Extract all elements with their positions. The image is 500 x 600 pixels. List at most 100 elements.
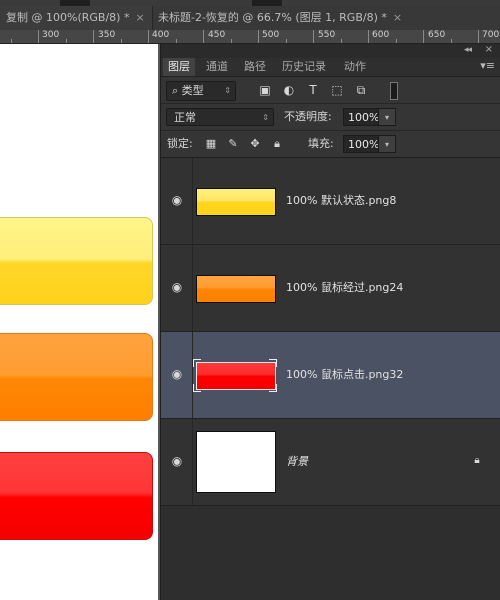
ruler-label: 550 — [318, 30, 336, 40]
ruler-label: 350 — [98, 30, 116, 40]
layers-panel: ◂◂ × 图层 通道 路径 历史记录 动作 ▾≡ ⌕ 类型 ⇕ ▣ ◐ T ⬚ … — [160, 44, 500, 600]
visibility-column: ◉ — [161, 332, 193, 418]
ruler-label: 600 — [372, 30, 390, 40]
panel-tab-bar: 图层 通道 路径 历史记录 动作 ▾≡ — [161, 58, 500, 77]
ruler-tick — [258, 30, 259, 43]
collapse-icon[interactable]: ◂◂ — [464, 45, 472, 55]
ruler-tick — [396, 39, 397, 43]
ruler-tick — [451, 39, 452, 43]
ruler-label: 300 — [42, 30, 60, 40]
layer-thumbnail — [196, 362, 276, 390]
blend-opacity-row: 正常 ⇕ 不透明度: 100% ▾ — [161, 104, 500, 131]
layer-row[interactable]: ◉ 100% 默认状态.png8 — [161, 158, 500, 245]
lock-label: 锁定: — [167, 137, 193, 150]
ruler-label: 450 — [208, 30, 226, 40]
filter-type-select[interactable]: ⌕ 类型 ⇕ — [166, 81, 236, 101]
selection-corner — [269, 384, 277, 392]
chevron-updown-icon: ⇕ — [224, 86, 231, 95]
document-tab-label: 复制 @ 100%(RGB/8) * — [6, 11, 130, 24]
blend-mode-select[interactable]: 正常 ⇕ — [166, 108, 274, 126]
layer-filter-row: ⌕ 类型 ⇕ ▣ ◐ T ⬚ ⧉ — [161, 77, 500, 104]
layer-thumbnail — [196, 188, 276, 216]
fill-dropdown-icon[interactable]: ▾ — [378, 135, 396, 153]
shape-layer-filter-icon[interactable]: ⬚ — [329, 82, 345, 98]
button-click-state-preview — [0, 452, 153, 540]
layers-list: ◉ 100% 默认状态.png8 ◉ 100% 鼠标经过.png24 ◉ 100… — [161, 158, 500, 600]
ruler-tick — [313, 30, 314, 43]
ruler-tick — [11, 39, 12, 43]
selection-corner — [193, 384, 201, 392]
eye-icon[interactable]: ◉ — [170, 280, 184, 294]
layer-name[interactable]: 背景 — [286, 419, 308, 505]
selection-corner — [269, 359, 277, 367]
chevron-updown-icon: ⇕ — [262, 113, 269, 122]
ruler-tick — [38, 30, 39, 43]
panel-header-strip: ◂◂ × — [161, 44, 500, 58]
lock-transparent-pixels-icon[interactable]: ▦ — [204, 137, 218, 151]
ruler-label: 400 — [152, 30, 170, 40]
document-tab-2[interactable]: 未标题-2-恢复的 @ 66.7% (图层 1, RGB/8) * × — [152, 6, 402, 30]
opacity-dropdown-icon[interactable]: ▾ — [378, 108, 396, 126]
fill-input[interactable]: 100% — [343, 135, 379, 153]
blend-mode-label: 正常 — [174, 111, 196, 124]
document-canvas[interactable] — [0, 44, 158, 600]
eye-icon[interactable]: ◉ — [170, 367, 184, 381]
visibility-column: ◉ — [161, 158, 193, 244]
ruler-tick — [93, 30, 94, 43]
smart-object-filter-icon[interactable]: ⧉ — [353, 82, 369, 98]
layer-name[interactable]: 100% 鼠标经过.png24 — [286, 245, 403, 331]
lock-image-pixels-icon[interactable]: ✎ — [226, 137, 240, 151]
ruler-tick — [231, 39, 232, 43]
selection-corner — [193, 359, 201, 367]
close-icon[interactable]: × — [485, 44, 493, 55]
ruler-tick — [148, 30, 149, 43]
lock-position-icon[interactable]: ✥ — [248, 137, 262, 151]
filter-type-label: 类型 — [181, 84, 204, 97]
tab-history[interactable]: 历史记录 — [277, 58, 331, 76]
search-icon: ⌕ — [172, 84, 179, 97]
panel-menu-icon[interactable]: ▾≡ — [480, 59, 495, 72]
close-icon[interactable]: × — [135, 11, 144, 24]
lock-all-icon[interactable]: 🔒︎ — [270, 137, 284, 151]
layer-thumbnail — [196, 431, 276, 493]
ruler-tick — [66, 39, 67, 43]
document-tab-1[interactable]: 复制 @ 100%(RGB/8) * × — [0, 6, 153, 30]
tab-channels[interactable]: 通道 — [201, 58, 233, 76]
tab-layers[interactable]: 图层 — [163, 58, 195, 76]
lock-icon: 🔒︎ — [474, 455, 480, 466]
ruler-tick — [341, 39, 342, 43]
ruler-tick — [478, 30, 479, 43]
layer-row-selected[interactable]: ◉ 100% 鼠标点击.png32 — [161, 332, 500, 419]
ruler-label: 700 — [482, 30, 500, 40]
button-default-state-preview — [0, 217, 153, 305]
eye-icon[interactable]: ◉ — [170, 454, 184, 468]
layer-name[interactable]: 100% 默认状态.png8 — [286, 158, 396, 244]
layer-row-background[interactable]: ◉ 背景 🔒︎ — [161, 419, 500, 506]
pixel-layer-filter-icon[interactable]: ▣ — [257, 82, 273, 98]
button-hover-state-preview — [0, 333, 153, 421]
opacity-label: 不透明度: — [284, 110, 332, 123]
ruler-tick — [176, 39, 177, 43]
tab-actions[interactable]: 动作 — [339, 58, 371, 76]
visibility-column: ◉ — [161, 245, 193, 331]
ruler-tick — [121, 39, 122, 43]
adjustment-layer-filter-icon[interactable]: ◐ — [281, 82, 297, 98]
opacity-input[interactable]: 100% — [343, 108, 379, 126]
filter-toggle[interactable] — [390, 82, 398, 100]
ruler-label: 500 — [262, 30, 280, 40]
ruler-tick — [286, 39, 287, 43]
close-icon[interactable]: × — [393, 11, 402, 24]
document-tab-label: 未标题-2-恢复的 @ 66.7% (图层 1, RGB/8) * — [158, 11, 387, 24]
lock-fill-row: 锁定: ▦ ✎ ✥ 🔒︎ 填充: 100% ▾ — [161, 131, 500, 158]
ruler-tick — [423, 30, 424, 43]
horizontal-ruler: 300 350 400 450 500 550 600 650 700 — [0, 30, 500, 44]
tab-paths[interactable]: 路径 — [239, 58, 271, 76]
type-layer-filter-icon[interactable]: T — [305, 82, 321, 98]
eye-icon[interactable]: ◉ — [170, 193, 184, 207]
layer-row[interactable]: ◉ 100% 鼠标经过.png24 — [161, 245, 500, 332]
document-tab-bar: 复制 @ 100%(RGB/8) * × 未标题-2-恢复的 @ 66.7% (图… — [0, 6, 500, 31]
ruler-label: 650 — [428, 30, 446, 40]
layer-name[interactable]: 100% 鼠标点击.png32 — [286, 332, 403, 418]
ruler-tick — [203, 30, 204, 43]
layer-thumbnail — [196, 275, 276, 303]
